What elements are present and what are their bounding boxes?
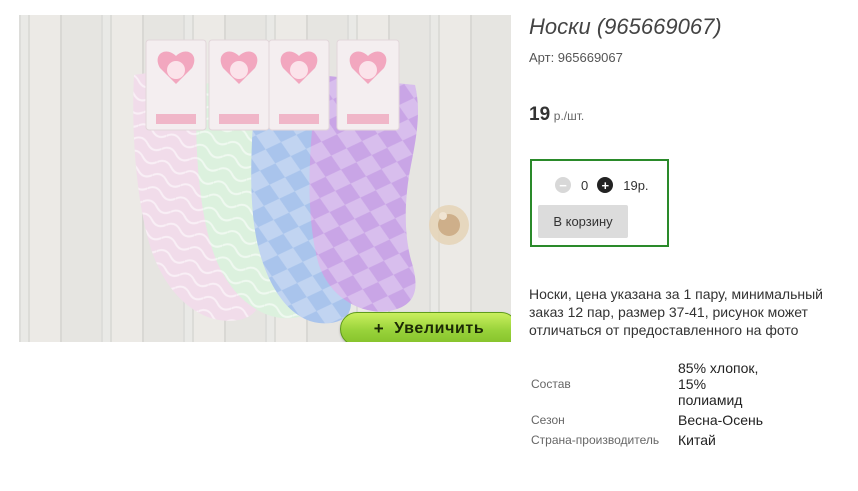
buy-box: − 0 + 19р. В корзину: [530, 159, 669, 247]
product-title: Носки (965669067): [529, 14, 722, 39]
property-key: Состав: [531, 377, 571, 391]
minus-circle-icon[interactable]: −: [555, 177, 571, 193]
price-value: 19: [529, 104, 551, 125]
sum-value: 19р.: [623, 177, 649, 193]
plus-icon: +: [373, 319, 385, 338]
quantity-value: 0: [581, 177, 589, 193]
table-row: Сезон Весна-Осень: [529, 410, 770, 430]
product-sku: Арт: 965669067: [529, 50, 623, 65]
property-value: Китай: [678, 432, 716, 448]
socks-illustration: [133, 39, 469, 324]
zoom-button[interactable]: + Увеличить: [340, 312, 511, 342]
product-description: Носки, цена указана за 1 пару, минимальн…: [529, 286, 823, 338]
plus-circle-icon[interactable]: +: [597, 177, 614, 193]
quantity-stepper: − 0 + 19р.: [555, 177, 649, 193]
property-value: 85% хлопок, 15% полиамид: [678, 360, 759, 408]
table-row: Страна-производитель Китай: [529, 430, 770, 450]
price-unit: р./шт.: [553, 109, 585, 123]
zoom-label: Увеличить: [394, 320, 485, 337]
product-image[interactable]: + Увеличить: [19, 15, 511, 342]
sock-tags: [145, 39, 400, 131]
product-price: 19 р./шт.: [529, 104, 584, 126]
add-to-cart-button[interactable]: В корзину: [538, 205, 628, 238]
property-key: Сезон: [531, 413, 565, 427]
property-key: Страна-производитель: [531, 433, 660, 447]
decor-flower: [429, 205, 469, 245]
table-row: Состав 85% хлопок, 15% полиамид: [529, 358, 770, 410]
property-value: Весна-Осень: [678, 412, 764, 428]
properties-table: Состав 85% хлопок, 15% полиамид Сезон Ве…: [529, 358, 770, 450]
